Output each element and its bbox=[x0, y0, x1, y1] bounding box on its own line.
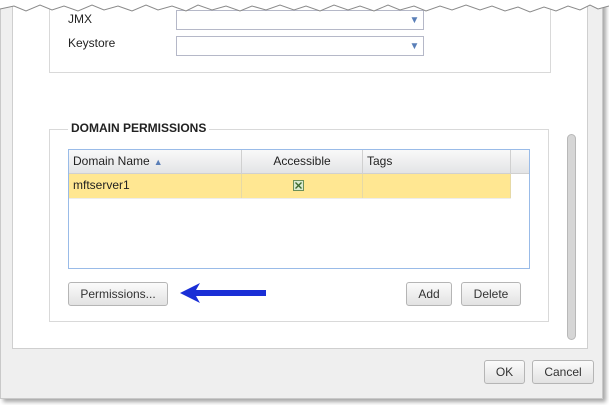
permissions-button[interactable]: Permissions... bbox=[68, 282, 168, 306]
add-button[interactable]: Add bbox=[406, 282, 452, 306]
keystore-label: Keystore bbox=[68, 36, 116, 50]
chevron-down-icon[interactable]: ▼ bbox=[406, 37, 423, 55]
column-header-tags[interactable]: Tags bbox=[363, 150, 511, 173]
cell-tags bbox=[363, 174, 511, 198]
checked-box-icon[interactable] bbox=[293, 180, 304, 191]
ok-button[interactable]: OK bbox=[484, 360, 525, 384]
vertical-scrollbar[interactable] bbox=[567, 134, 576, 340]
table-row[interactable]: mftserver1 bbox=[69, 174, 511, 199]
cell-domain-name: mftserver1 bbox=[69, 174, 242, 198]
arrow-left-icon bbox=[180, 283, 266, 303]
grid-header: Domain Name ▲ Accessible Tags bbox=[69, 150, 529, 174]
keystore-combo[interactable]: ▼ bbox=[176, 36, 424, 56]
domain-permissions-title: DOMAIN PERMISSIONS bbox=[68, 121, 210, 135]
domain-permissions-grid[interactable]: Domain Name ▲ Accessible Tags mftserver1 bbox=[68, 149, 530, 269]
torn-edge bbox=[0, 0, 609, 13]
cancel-button[interactable]: Cancel bbox=[532, 360, 594, 384]
delete-button[interactable]: Delete bbox=[461, 282, 521, 306]
column-label: Tags bbox=[367, 154, 393, 168]
column-label: Domain Name bbox=[73, 154, 150, 168]
column-label: Accessible bbox=[273, 154, 331, 168]
sort-ascending-icon: ▲ bbox=[153, 157, 163, 167]
column-header-domain-name[interactable]: Domain Name ▲ bbox=[69, 150, 242, 173]
column-header-accessible[interactable]: Accessible bbox=[242, 150, 363, 173]
cell-accessible[interactable] bbox=[242, 174, 363, 198]
